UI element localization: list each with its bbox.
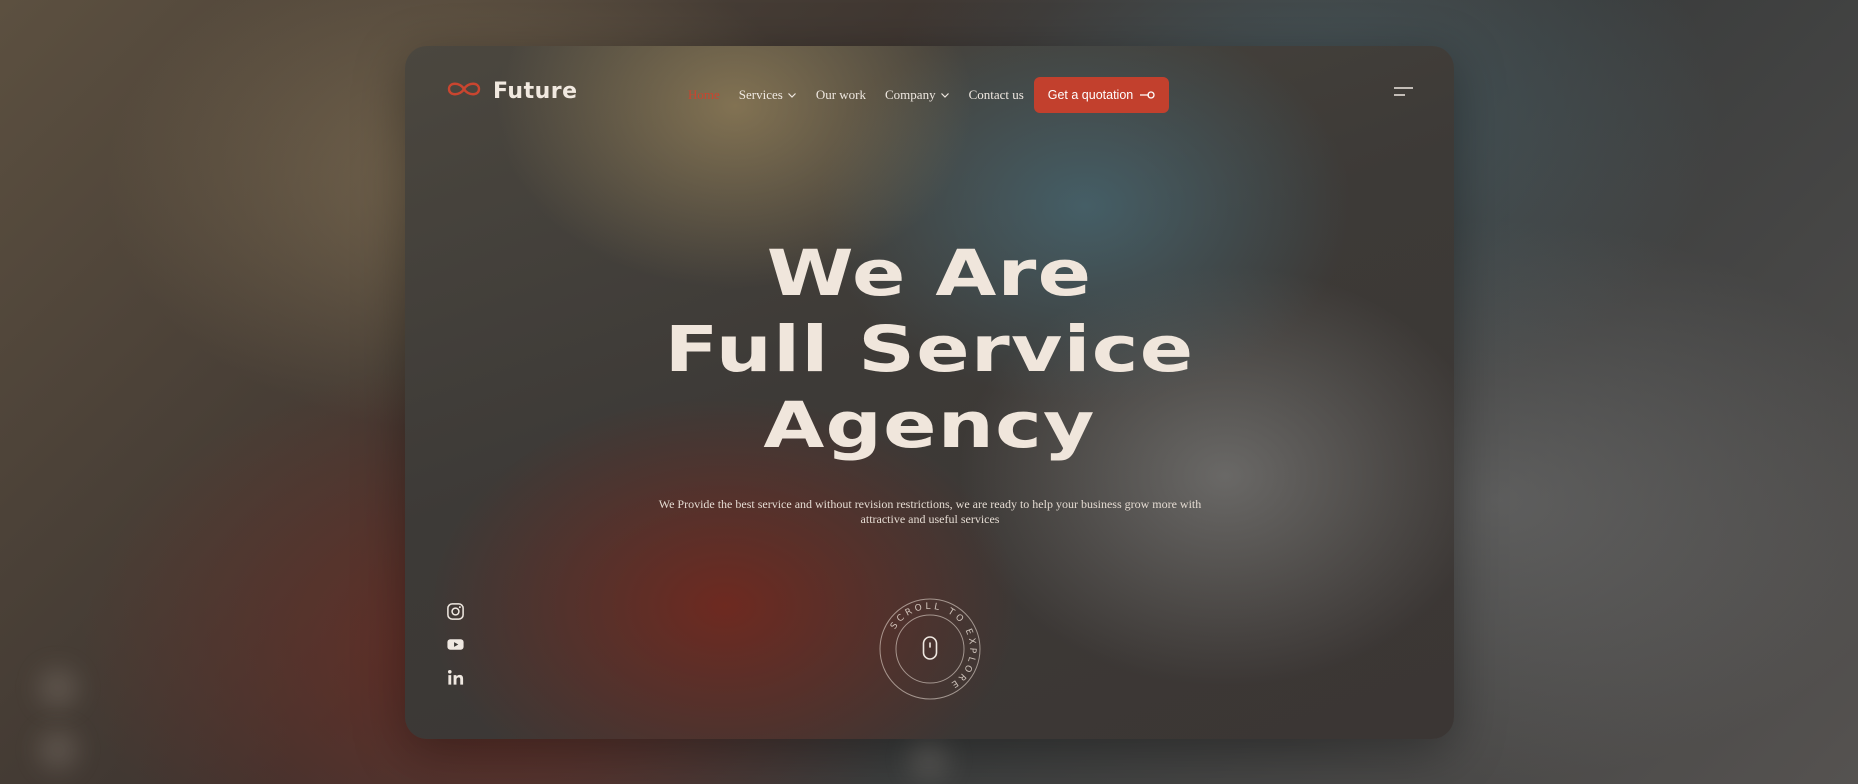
hamburger-icon[interactable] [1392,85,1414,99]
youtube-icon[interactable] [446,635,465,654]
subtitle-line: attractive and useful services [860,512,1000,526]
nav-item-contact-us[interactable]: Contact us [969,87,1024,103]
nav-item-company[interactable]: Company [885,87,950,103]
nav-label: Company [885,87,936,102]
hero-line: Agency [763,389,1096,462]
brand-name: Future [493,79,578,104]
get-quotation-button[interactable]: Get a quotation [1034,77,1169,113]
logo[interactable]: Future [445,79,578,104]
chevron-down-icon [787,93,796,98]
hero-card: Future Home Services Our work Company Co… [405,46,1454,739]
scroll-to-explore-badge[interactable]: SCROLL TO EXPLORE [878,597,982,701]
background-blur-blob [38,730,78,770]
hero-subtitle: We Provide the best service and without … [645,497,1215,527]
social-links [446,602,465,687]
nav-item-our-work[interactable]: Our work [816,87,866,103]
nav-label: Our work [815,87,867,102]
hero-headline: We Are Full Service Agency [405,236,1454,464]
chevron-down-icon [940,93,949,98]
background-blur-blob [38,668,78,708]
hero-line: Full Service [664,313,1195,386]
main-menu: Home Services Our work Company Contact u… [688,87,1024,103]
arrow-right-icon [1140,91,1155,99]
nav-item-home[interactable]: Home [688,87,720,103]
top-navigation: Future Home Services Our work Company Co… [405,46,1454,142]
infinity-icon [445,79,483,104]
mouse-icon [922,636,938,660]
nav-item-services[interactable]: Services [739,87,797,103]
background-blur-blob [908,738,950,780]
nav-label: Contact us [968,87,1024,102]
linkedin-icon[interactable] [446,668,465,687]
nav-label: Home [688,87,720,102]
hero-line: We Are [766,237,1093,310]
cta-label: Get a quotation [1047,88,1134,102]
subtitle-line: We Provide the best service and without … [658,497,1202,511]
instagram-icon[interactable] [446,602,465,621]
nav-label: Services [738,87,783,102]
